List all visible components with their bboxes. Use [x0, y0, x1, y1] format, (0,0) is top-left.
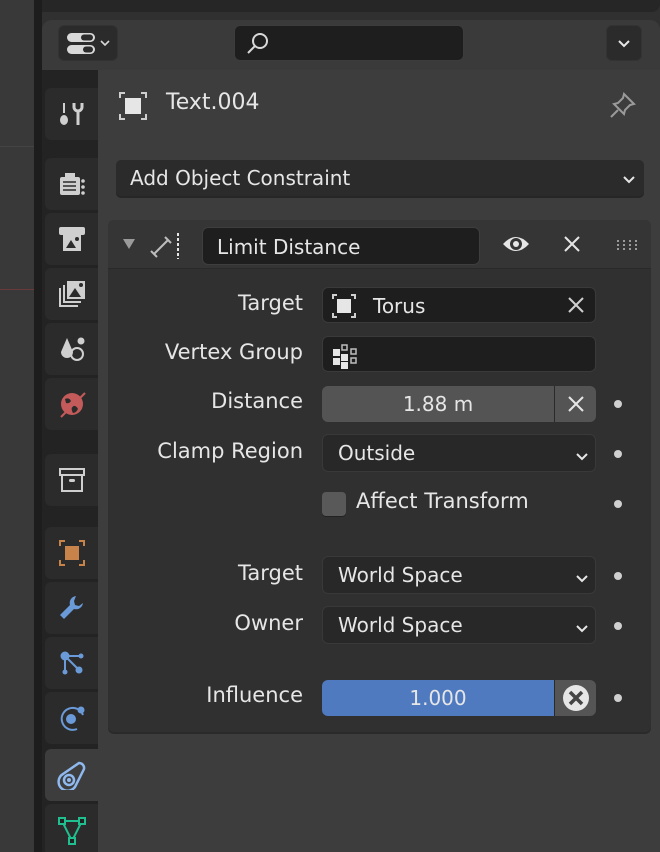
tab-modifiers[interactable] [45, 582, 98, 634]
disable-keep-transform-button[interactable] [555, 680, 596, 716]
owner-space-value: World Space [338, 613, 463, 637]
distance-value[interactable]: 1.88 m [322, 386, 554, 422]
object-name: Text.004 [166, 90, 260, 115]
tab-scene[interactable] [45, 323, 98, 375]
collapse-triangle-icon[interactable] [122, 237, 136, 251]
close-icon [567, 396, 584, 412]
clamp-region-dropdown[interactable]: Outside [322, 434, 596, 472]
target-space-value: World Space [338, 563, 463, 587]
upper-area-edge [42, 0, 660, 12]
animate-influence-dot[interactable] [614, 694, 622, 702]
physics-icon [60, 706, 84, 731]
clear-icon[interactable] [567, 296, 585, 314]
influence-slider[interactable]: 1.000 [322, 680, 596, 716]
target-label: Target [238, 291, 303, 315]
target-object-field[interactable]: Torus [322, 287, 596, 323]
object-icon [58, 540, 85, 566]
animate-distance-dot[interactable] [614, 400, 622, 408]
collection-icon [58, 468, 85, 492]
influence-value[interactable]: 1.000 [322, 680, 554, 716]
influence-label: Influence [206, 683, 303, 707]
chevron-down-icon [623, 176, 635, 184]
vertex-group-label: Vertex Group [164, 340, 303, 364]
view-layer-icon [58, 281, 85, 307]
x-axis-line [0, 289, 34, 290]
tab-object-constraints[interactable] [45, 749, 98, 801]
search-input[interactable] [234, 25, 464, 61]
chevron-down-icon [576, 575, 588, 583]
tab-view-layer[interactable] [45, 268, 98, 320]
vertex-group-icon [333, 344, 357, 369]
tab-tool[interactable] [45, 88, 98, 140]
search-icon [247, 33, 268, 54]
object-icon [332, 294, 356, 318]
chevron-down-icon [618, 40, 630, 48]
particles-icon [60, 651, 83, 675]
wrench-icon [59, 596, 83, 619]
mesh-data-icon [57, 817, 86, 845]
distance-label: Distance [211, 389, 303, 413]
close-icon[interactable] [562, 234, 582, 254]
constraint-name: Limit Distance [217, 235, 361, 259]
context-header: Text.004 [98, 70, 660, 142]
constraint-icon [56, 761, 85, 790]
tool-icon [59, 103, 83, 125]
target-space-dropdown[interactable]: World Space [322, 556, 596, 594]
output-icon [58, 227, 85, 251]
limit-distance-icon [150, 233, 179, 259]
chevron-down-icon [576, 625, 588, 633]
owner-space-label: Owner [234, 611, 303, 635]
owner-space-dropdown[interactable]: World Space [322, 606, 596, 644]
drag-handle-icon[interactable] [616, 239, 640, 251]
affect-transform-label[interactable]: Affect Transform [356, 489, 529, 513]
eye-icon[interactable] [502, 233, 530, 255]
grid-line [0, 146, 34, 147]
editor-type-button[interactable] [58, 25, 118, 61]
properties-editor: Text.004 Add Object Constraint Limit Dis… [42, 20, 660, 852]
affect-transform-checkbox[interactable] [322, 492, 346, 516]
clamp-region-value: Outside [338, 441, 416, 465]
tab-collection[interactable] [45, 454, 98, 506]
tab-object-data[interactable] [45, 804, 98, 852]
tab-output[interactable] [45, 213, 98, 265]
tab-particles[interactable] [45, 637, 98, 689]
properties-editor-icon [67, 33, 110, 54]
tab-world[interactable] [45, 378, 98, 430]
reset-distance-button[interactable] [555, 386, 596, 422]
target-space-label: Target [238, 561, 303, 585]
constraint-name-input[interactable]: Limit Distance [202, 227, 480, 265]
pin-icon[interactable] [608, 90, 638, 120]
target-object-value: Torus [373, 294, 426, 318]
scene-icon [60, 337, 84, 361]
area-divider[interactable] [34, 0, 42, 852]
constraint-panel-header[interactable]: Limit Distance [108, 220, 651, 269]
tab-object[interactable] [45, 527, 98, 579]
cancel-circle-icon [562, 685, 589, 711]
tab-physics[interactable] [45, 692, 98, 744]
render-icon [59, 173, 85, 195]
add-object-constraint-dropdown[interactable]: Add Object Constraint [116, 160, 644, 196]
animate-affect-transform-dot[interactable] [614, 500, 622, 508]
options-dropdown-button[interactable] [606, 25, 642, 61]
3d-viewport-edge [0, 0, 34, 852]
vertex-group-field[interactable] [322, 336, 596, 372]
add-constraint-label: Add Object Constraint [130, 166, 351, 190]
constraint-panel-limit-distance: Limit Distance Target Torus Vertex Group… [108, 220, 651, 732]
properties-content: Text.004 Add Object Constraint Limit Dis… [98, 70, 660, 852]
world-icon [59, 392, 86, 418]
clamp-region-label: Clamp Region [157, 439, 303, 463]
editor-header [42, 20, 660, 70]
properties-tab-bar [42, 70, 98, 852]
animate-clamp-region-dot[interactable] [614, 450, 622, 458]
animate-owner-space-dot[interactable] [614, 622, 622, 630]
animate-target-space-dot[interactable] [614, 572, 622, 580]
tab-render[interactable] [45, 158, 98, 210]
distance-field[interactable]: 1.88 m [322, 386, 596, 422]
chevron-down-icon [576, 453, 588, 461]
object-icon [119, 92, 147, 120]
